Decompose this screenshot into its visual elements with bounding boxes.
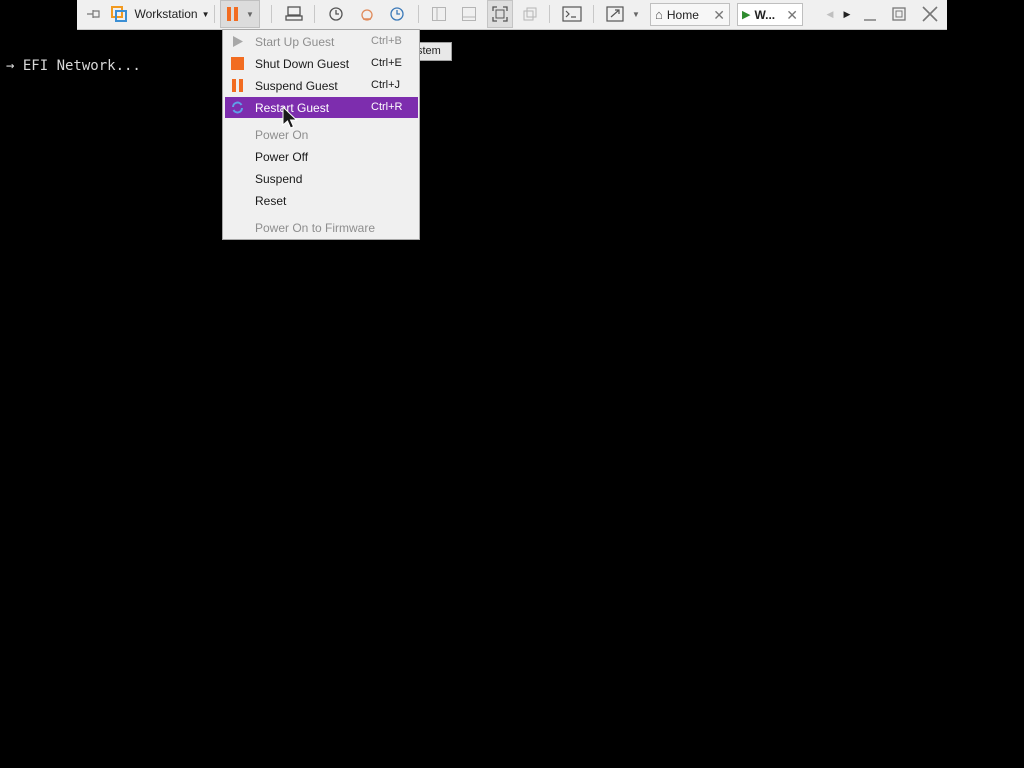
- mouse-cursor-icon: [282, 106, 298, 129]
- menu-item-label: Suspend Guest: [255, 79, 338, 93]
- chevron-down-icon: ▼: [201, 9, 210, 19]
- power-menu: Start Up Guest Ctrl+B Shut Down Guest Ct…: [222, 29, 420, 240]
- pause-icon: [232, 79, 243, 92]
- menu-item-shortcut: Ctrl+J: [371, 79, 401, 91]
- tab-vm-label: W...: [754, 7, 776, 22]
- vmware-logo-icon: [108, 0, 130, 28]
- library-view-icon[interactable]: [428, 0, 450, 28]
- vm-screen[interactable]: → EFI Network... Workstation ▼ ▼ ▼ ⌂ Hom…: [0, 0, 1024, 768]
- close-icon[interactable]: [918, 0, 942, 28]
- stop-icon: [231, 57, 244, 70]
- scroll-tabs-right-icon[interactable]: ▶: [840, 0, 854, 28]
- play-icon: [233, 36, 243, 47]
- menu-item-start-up-guest[interactable]: Start Up Guest Ctrl+B: [225, 31, 418, 52]
- menu-item-label: Suspend: [255, 172, 303, 186]
- menu-item-shortcut: Ctrl+R: [371, 101, 403, 113]
- close-icon[interactable]: ✕: [713, 7, 725, 24]
- thumbnail-bar-icon[interactable]: [458, 0, 480, 28]
- minimize-icon[interactable]: [859, 0, 881, 28]
- tab-home[interactable]: ⌂ Home ✕: [650, 3, 730, 26]
- snapshot-manager-icon[interactable]: [386, 0, 408, 28]
- menu-item-label: Power On: [255, 128, 309, 142]
- restart-icon: [232, 101, 243, 114]
- workstation-label: Workstation: [134, 7, 198, 21]
- snapshot-icon[interactable]: [325, 0, 347, 28]
- full-screen-icon[interactable]: [487, 0, 513, 28]
- toolbar: Workstation ▼ ▼ ▼ ⌂ Home ✕ ▶ W... ✕ ◀ ▶: [77, 0, 947, 30]
- unity-icon[interactable]: [519, 0, 541, 28]
- power-menu-button[interactable]: ▼: [220, 0, 260, 28]
- vm-running-icon: ▶: [742, 9, 751, 21]
- menu-item-label: Start Up Guest: [255, 35, 335, 49]
- menu-item-shortcut: Ctrl+E: [371, 57, 402, 69]
- menu-item-restart-guest[interactable]: Restart Guest Ctrl+R: [225, 97, 418, 118]
- chevron-down-icon[interactable]: ▼: [629, 0, 643, 28]
- restore-icon[interactable]: [888, 0, 910, 28]
- stretch-guest-icon[interactable]: [603, 0, 627, 28]
- revert-snapshot-icon[interactable]: [356, 0, 378, 28]
- menu-item-shut-down-guest[interactable]: Shut Down Guest Ctrl+E: [225, 53, 418, 74]
- menu-item-label: Power Off: [255, 150, 309, 164]
- tab-home-label: Home: [666, 7, 699, 22]
- menu-item-label: Power On to Firmware: [255, 221, 376, 235]
- menu-item-power-off[interactable]: Power Off: [225, 146, 418, 167]
- close-icon[interactable]: ✕: [786, 7, 798, 24]
- tab-vm[interactable]: ▶ W... ✕: [737, 3, 803, 26]
- scroll-tabs-left-icon[interactable]: ◀: [823, 0, 837, 28]
- menu-item-label: Shut Down Guest: [255, 57, 350, 71]
- console-view-icon[interactable]: [560, 0, 584, 28]
- menu-item-power-on-to-firmware[interactable]: Power On to Firmware: [225, 217, 418, 238]
- menu-item-shortcut: Ctrl+B: [371, 35, 402, 47]
- send-ctrl-alt-del-icon[interactable]: [283, 0, 305, 28]
- console-output: → EFI Network...: [6, 58, 141, 74]
- pin-icon[interactable]: [83, 0, 105, 28]
- menu-item-suspend[interactable]: Suspend: [225, 168, 418, 189]
- tooltip-text: stem: [417, 45, 441, 57]
- chevron-down-icon: ▼: [246, 9, 254, 19]
- pause-icon: [227, 7, 239, 21]
- menu-item-reset[interactable]: Reset: [225, 190, 418, 211]
- workstation-menu-button[interactable]: Workstation ▼: [134, 0, 210, 28]
- menu-item-label: Reset: [255, 194, 287, 208]
- menu-item-suspend-guest[interactable]: Suspend Guest Ctrl+J: [225, 75, 418, 96]
- menu-item-power-on[interactable]: Power On: [225, 124, 418, 145]
- home-icon: ⌂: [655, 7, 663, 22]
